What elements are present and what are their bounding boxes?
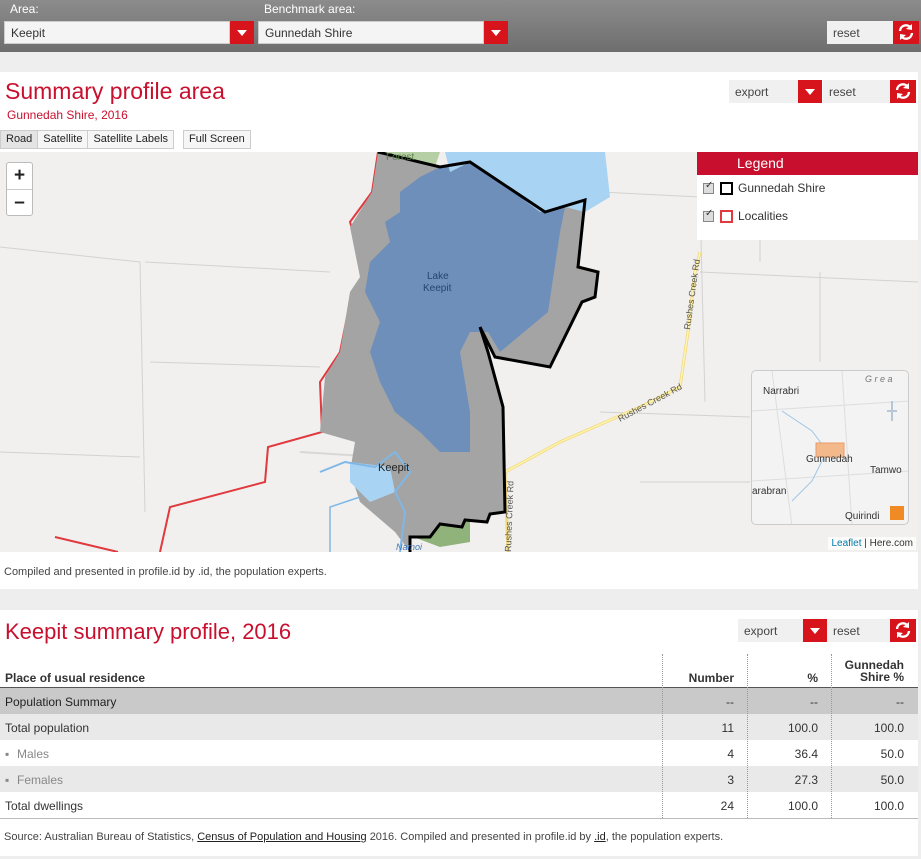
map-reset-refresh-icon[interactable] bbox=[890, 80, 916, 103]
map-satellite-button[interactable]: Satellite bbox=[37, 130, 89, 149]
legend-swatch-red bbox=[720, 210, 733, 223]
row-number: 24 bbox=[720, 799, 734, 813]
row-percent: 27.3 bbox=[794, 773, 818, 787]
row-benchmark: 50.0 bbox=[880, 773, 904, 787]
map-attribution: Leaflet | Here.com bbox=[828, 537, 916, 550]
forest-map-label: Forest bbox=[386, 152, 415, 163]
benchmark-label: Benchmark area: bbox=[264, 2, 356, 16]
area-label: Area: bbox=[10, 2, 39, 16]
map-zoom-control: + – bbox=[6, 162, 33, 216]
area-dropdown-arrow-icon[interactable] bbox=[230, 21, 254, 44]
table-row: Total population 11 100.0 100.0 bbox=[0, 714, 918, 740]
here-attribution: | Here.com bbox=[864, 538, 913, 549]
id-link[interactable]: .id bbox=[594, 831, 606, 843]
row-percent: -- bbox=[810, 695, 818, 709]
row-benchmark: 100.0 bbox=[873, 799, 904, 813]
map-satellite-labels-button[interactable]: Satellite Labels bbox=[87, 130, 175, 149]
zoom-out-button[interactable]: – bbox=[7, 189, 32, 215]
reset-refresh-icon[interactable] bbox=[893, 21, 919, 44]
row-percent: 36.4 bbox=[794, 747, 818, 761]
legend-checkbox[interactable] bbox=[703, 208, 714, 222]
table-header-row: Place of usual residence Number % Gunned… bbox=[0, 654, 918, 687]
row-bullet: ▪ bbox=[5, 747, 10, 761]
table-export-button[interactable]: export bbox=[738, 619, 803, 642]
table-row: ▪ Males 4 36.4 50.0 bbox=[0, 740, 918, 766]
namoi-river-label: Namoi bbox=[396, 542, 423, 552]
row-label: Total dwellings bbox=[5, 799, 84, 813]
legend-label: Localities bbox=[738, 209, 789, 223]
map-export-button[interactable]: export bbox=[729, 80, 798, 103]
benchmark-select[interactable]: Gunnedah Shire bbox=[258, 21, 484, 44]
lake-keepit-map-label: Keepit bbox=[423, 283, 452, 294]
summary-map-panel: Summary profile area Gunnedah Shire, 201… bbox=[0, 72, 918, 589]
legend-title: Legend bbox=[697, 152, 918, 175]
table-row: Population Summary -- -- -- bbox=[0, 688, 918, 714]
table-row: ▪ Females 3 27.3 50.0 bbox=[0, 766, 918, 792]
map-reset-button[interactable]: reset bbox=[823, 80, 890, 103]
map-legend: Legend Gunnedah Shire Localities bbox=[697, 152, 918, 240]
lake-map-label: Lake bbox=[427, 271, 449, 282]
map-export-dropdown-icon[interactable] bbox=[798, 80, 822, 103]
minimap-quirindi-label: Quirindi bbox=[845, 511, 879, 522]
row-label: Total population bbox=[5, 721, 90, 735]
map-canvas[interactable]: Forest Lake Keepit Keepit Rushes Creek R… bbox=[0, 152, 918, 552]
row-label: Females bbox=[17, 773, 64, 787]
source-mid: 2016. Compiled and presented in profile.… bbox=[369, 831, 592, 843]
rushes-creek-road-label-3: Rushes Creek Rd bbox=[503, 481, 515, 552]
minimap-gunnedah-label: Gunnedah bbox=[806, 454, 853, 465]
row-number: -- bbox=[726, 695, 734, 709]
top-reset-button[interactable]: reset bbox=[827, 21, 893, 44]
minimap-narrabri-label: Narrabri bbox=[763, 386, 799, 397]
leaflet-link[interactable]: Leaflet bbox=[831, 538, 861, 549]
map-panel-title: Summary profile area bbox=[5, 78, 225, 104]
legend-label: Gunnedah Shire bbox=[738, 181, 826, 195]
row-benchmark: -- bbox=[896, 695, 904, 709]
area-selector-bar: Area: Keepit Benchmark area: Gunnedah Sh… bbox=[0, 0, 921, 52]
table-source-note: Source: Australian Bureau of Statistics,… bbox=[4, 831, 723, 843]
census-link[interactable]: Census of Population and Housing bbox=[197, 831, 366, 843]
row-label: Population Summary bbox=[5, 695, 117, 709]
row-number: 4 bbox=[727, 747, 734, 761]
zoom-in-button[interactable]: + bbox=[7, 163, 32, 189]
rushes-creek-road-label: Rushes Creek Rd bbox=[682, 259, 702, 331]
minimap-drawing: Narrabri G r e a Gunnedah Tamwo arabran … bbox=[752, 371, 908, 524]
minimap-coonabarabran-label: arabran bbox=[752, 486, 786, 497]
source-prefix: Source: Australian Bureau of Statistics, bbox=[4, 831, 195, 843]
minimap-toggle-icon[interactable] bbox=[890, 506, 904, 520]
map-panel-subtitle: Gunnedah Shire, 2016 bbox=[7, 108, 128, 122]
header-benchmark-line2: Shire % bbox=[859, 670, 904, 684]
table-reset-refresh-icon[interactable] bbox=[890, 619, 916, 642]
benchmark-dropdown-arrow-icon[interactable] bbox=[484, 21, 508, 44]
overview-minimap[interactable]: Narrabri G r e a Gunnedah Tamwo arabran … bbox=[751, 370, 909, 525]
summary-panel-title: Keepit summary profile, 2016 bbox=[5, 619, 292, 644]
table-export-dropdown-icon[interactable] bbox=[803, 619, 827, 642]
row-number: 3 bbox=[727, 773, 734, 787]
row-number: 11 bbox=[721, 721, 734, 735]
map-road-button[interactable]: Road bbox=[0, 130, 39, 149]
row-benchmark: 50.0 bbox=[880, 747, 904, 761]
row-label: Males bbox=[17, 747, 50, 761]
keepit-town-label: Keepit bbox=[378, 462, 409, 474]
row-benchmark: 100.0 bbox=[873, 721, 904, 735]
minimap-tamworth-label: Tamwo bbox=[870, 465, 902, 476]
table-row: Total dwellings 24 100.0 100.0 bbox=[0, 792, 918, 818]
legend-checkbox[interactable] bbox=[703, 180, 714, 194]
row-bullet: ▪ bbox=[5, 773, 10, 787]
map-fullscreen-button[interactable]: Full Screen bbox=[183, 130, 251, 149]
row-percent: 100.0 bbox=[787, 721, 818, 735]
map-compiled-note: Compiled and presented in profile.id by … bbox=[4, 566, 327, 578]
rushes-creek-road-label-2: Rushes Creek Rd bbox=[616, 382, 683, 424]
legend-swatch-black bbox=[720, 182, 733, 195]
row-percent: 100.0 bbox=[787, 799, 818, 813]
table-reset-button[interactable]: reset bbox=[827, 619, 890, 642]
map-type-buttons: Road Satellite Satellite Labels Full Scr… bbox=[0, 130, 251, 149]
minimap-great-label: G r e a bbox=[865, 374, 893, 384]
area-select[interactable]: Keepit bbox=[4, 21, 230, 44]
source-suffix: , the population experts. bbox=[605, 831, 724, 843]
